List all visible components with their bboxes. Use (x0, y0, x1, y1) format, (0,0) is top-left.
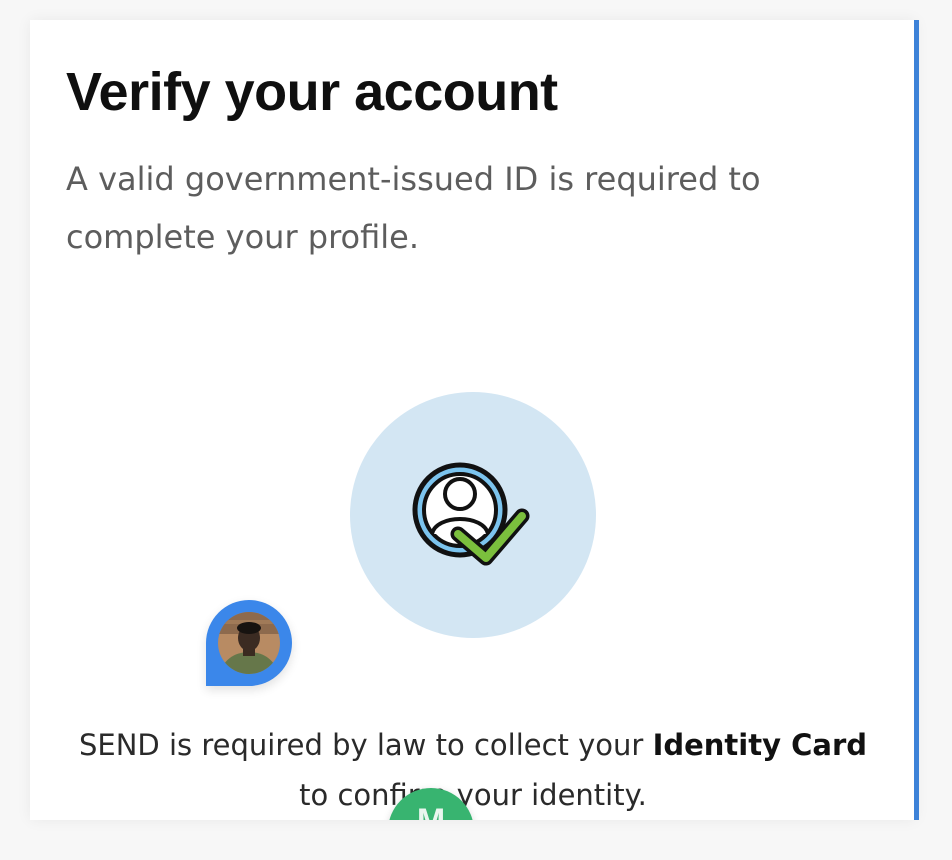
scrollbar-edge[interactable] (914, 20, 919, 820)
verified-user-icon (412, 462, 530, 566)
hero-illustration (350, 392, 596, 638)
chat-avatar-bubble[interactable] (206, 600, 292, 686)
legal-notice-prefix: SEND is required by law to collect your (78, 728, 653, 762)
fab-letter: M (388, 802, 474, 820)
legal-notice-emphasis: Identity Card (652, 728, 868, 762)
page-title: Verify your account (66, 62, 558, 122)
verify-account-card: Verify your account A valid government-i… (30, 20, 916, 820)
page-subtitle: A valid government-issued ID is required… (66, 160, 761, 256)
user-avatar-photo (218, 612, 280, 674)
